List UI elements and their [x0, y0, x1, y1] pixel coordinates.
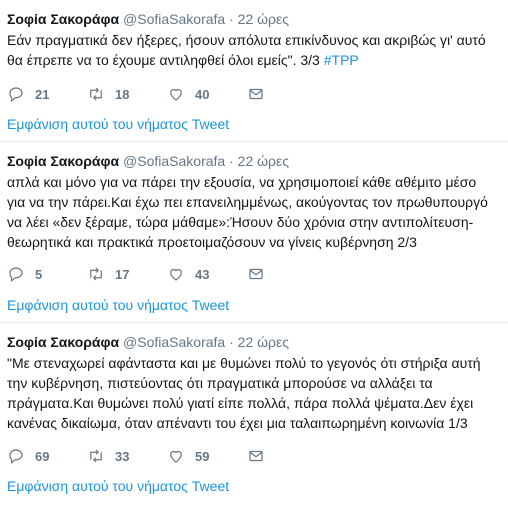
reply-count: 21: [35, 86, 50, 102]
like-count: 40: [195, 86, 210, 102]
separator-dot: ·: [229, 153, 234, 169]
like-icon: [170, 88, 182, 101]
tweet-divider: [0, 322, 508, 323]
reply-icon: [9, 267, 23, 282]
retweet-icon: [90, 87, 102, 101]
reply-count: 5: [35, 266, 43, 282]
reply-button[interactable]: 21: [7, 84, 49, 104]
direct-message-icon: [249, 268, 263, 280]
tweet-timestamp[interactable]: 22 ώρες: [238, 11, 289, 27]
direct-message-icon: [249, 88, 263, 100]
tweet-text-line: απλά και μόνο για να πάρει την εξουσία, …: [7, 174, 477, 190]
direct-message-button[interactable]: [247, 264, 265, 284]
separator-dot: ·: [229, 11, 234, 27]
author-handle[interactable]: @SofiaSakorafa: [123, 11, 225, 27]
retweet-icon: [90, 267, 102, 281]
show-thread-link[interactable]: Εμφάνιση αυτού του νήματος Tweet: [7, 477, 229, 495]
author-name[interactable]: Σοφία Σακοράφα: [7, 153, 119, 169]
direct-message-icon: [249, 450, 263, 462]
like-count: 43: [195, 266, 210, 282]
author-handle[interactable]: @SofiaSakorafa: [123, 153, 225, 169]
reply-button[interactable]: 69: [7, 446, 49, 466]
tweet-timestamp[interactable]: 22 ώρες: [238, 153, 289, 169]
separator-dot: ·: [229, 334, 234, 350]
tweet-text-line: θεωρητικά και πρακτικά προετοιμαζόσουν ν…: [7, 234, 417, 250]
author-handle[interactable]: @SofiaSakorafa: [123, 334, 225, 350]
like-count: 59: [195, 448, 210, 464]
author-name[interactable]: Σοφία Σακοράφα: [7, 11, 119, 27]
like-button[interactable]: 43: [167, 264, 209, 284]
retweet-button[interactable]: 17: [87, 264, 129, 284]
tweet-text-line: κανένας δικαίωμα, όταν απέναντι του έχει…: [7, 415, 468, 431]
retweet-icon: [90, 449, 102, 463]
tweet-text-line: "Με στεναχωρεί αφάνταστα και με θυμώνει …: [7, 355, 481, 371]
reply-button[interactable]: 5: [7, 264, 42, 284]
tweet-3-text: "Με στεναχωρεί αφάνταστα και με θυμώνει …: [7, 353, 505, 433]
tweet-divider: [0, 141, 508, 142]
tweet-text-line: να λέει «δεν ξέραμε, τώρα μάθαμε»:Ήσουν …: [7, 214, 474, 230]
like-button[interactable]: 40: [167, 84, 209, 104]
tweet-1-text: Εάν πραγματικά δεν ήξερες, ήσουν απόλυτα…: [7, 30, 505, 70]
like-button[interactable]: 59: [167, 446, 209, 466]
tweet-text-line: θα έπρεπε να το έχουμε αντιληφθεί όλοι ε…: [7, 52, 359, 68]
retweet-count: 33: [115, 448, 130, 464]
tweet-3-actions: 69 33 59: [7, 446, 307, 466]
retweet-count: 18: [115, 86, 130, 102]
retweet-button[interactable]: 33: [87, 446, 129, 466]
tweet-timestamp[interactable]: 22 ώρες: [238, 334, 289, 350]
retweet-button[interactable]: 18: [87, 84, 129, 104]
tweet-text-line: για να την πάρει.Και έχω πει επανειλημμέ…: [7, 194, 488, 210]
direct-message-button[interactable]: [247, 84, 265, 104]
tweet-2-header: Σοφία Σακοράφα @SofiaSakorafa · 22 ώρες: [7, 152, 289, 170]
like-icon: [170, 450, 182, 463]
tweet-2-actions: 5 17 43: [7, 264, 307, 284]
tweet-1-header: Σοφία Σακοράφα @SofiaSakorafa · 22 ώρες: [7, 10, 289, 28]
show-thread-link[interactable]: Εμφάνιση αυτού του νήματος Tweet: [7, 115, 229, 133]
tweet-3-header: Σοφία Σακοράφα @SofiaSakorafa · 22 ώρες: [7, 333, 289, 351]
tweet-1-actions: 21 18 40: [7, 84, 307, 104]
tweet-text-line: πράγματα.Και θυμώνει πολύ γιατί είπε πολ…: [7, 395, 474, 411]
reply-icon: [9, 87, 23, 102]
reply-icon: [9, 449, 23, 464]
author-name[interactable]: Σοφία Σακοράφα: [7, 334, 119, 350]
hashtag-link[interactable]: #TPP: [324, 52, 359, 68]
tweet-text-line: την κυβέρνηση, πιστεύοντας ότι πραγματικ…: [7, 375, 433, 391]
like-icon: [170, 268, 182, 281]
direct-message-button[interactable]: [247, 446, 265, 466]
tweet-text-line: Εάν πραγματικά δεν ήξερες, ήσουν απόλυτα…: [7, 32, 486, 48]
reply-count: 69: [35, 448, 50, 464]
show-thread-link[interactable]: Εμφάνιση αυτού του νήματος Tweet: [7, 296, 229, 314]
tweet-2-text: απλά και μόνο για να πάρει την εξουσία, …: [7, 172, 505, 252]
retweet-count: 17: [115, 266, 130, 282]
